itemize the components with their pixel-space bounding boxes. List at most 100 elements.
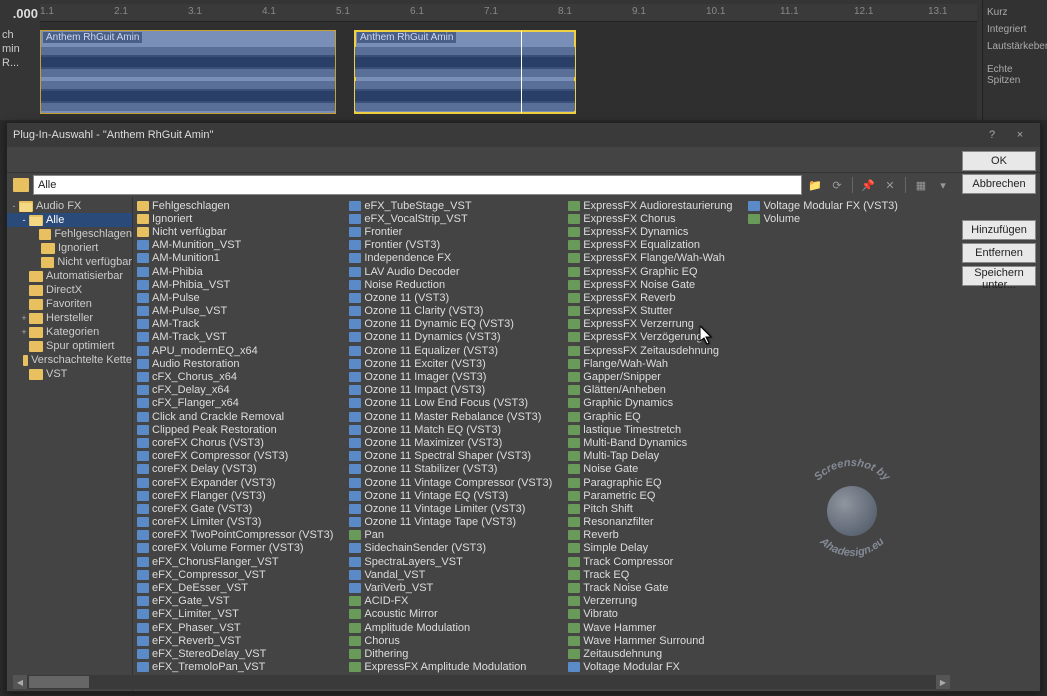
plugin-item[interactable]: coreFX Gate (VST3) (137, 502, 341, 515)
plugin-item[interactable]: SpectraLayers_VST (349, 555, 560, 568)
plugin-item[interactable]: eFX_Gate_VST (137, 595, 341, 608)
plugin-item[interactable]: AM-Track (137, 318, 341, 331)
plugin-item[interactable]: coreFX Volume Former (VST3) (137, 542, 341, 555)
horizontal-scrollbar[interactable]: ◀ ▶ (13, 675, 950, 689)
plugin-item[interactable]: eFX_VocalStrip_VST (349, 212, 560, 225)
plugin-item[interactable]: ExpressFX Reverb (568, 291, 740, 304)
tree-item[interactable]: VST (7, 367, 132, 381)
plugin-item[interactable]: Pitch Shift (568, 502, 740, 515)
plugin-item[interactable]: LAV Audio Decoder (349, 265, 560, 278)
menu-icon[interactable]: ▾ (934, 176, 952, 194)
plugin-item[interactable]: eFX_ChorusFlanger_VST (137, 555, 341, 568)
plugin-item[interactable]: Reverb (568, 529, 740, 542)
plugin-item[interactable]: AM-Munition_VST (137, 239, 341, 252)
plugin-item[interactable]: ExpressFX Flange/Wah-Wah (568, 252, 740, 265)
plugin-item[interactable]: Frontier (VST3) (349, 239, 560, 252)
plugin-item[interactable]: coreFX Delay (VST3) (137, 463, 341, 476)
tree-item[interactable]: -Audio FX (7, 199, 132, 213)
plugin-item[interactable]: Ozone 11 Impact (VST3) (349, 384, 560, 397)
plugin-item[interactable]: Ozone 11 Match EQ (VST3) (349, 423, 560, 436)
plugin-item[interactable]: AM-Phibia_VST (137, 278, 341, 291)
tree-item[interactable]: -Alle (7, 213, 132, 227)
audio-clip[interactable]: Anthem RhGuit Amin (40, 30, 336, 114)
plugin-item[interactable]: Ignoriert (137, 212, 341, 225)
plugin-item[interactable]: Dithering (349, 647, 560, 660)
plugin-item[interactable]: eFX_Limiter_VST (137, 608, 341, 621)
plugin-item[interactable]: Wave Hammer Surround (568, 634, 740, 647)
plugin-item[interactable]: Nicht verfügbar (137, 225, 341, 238)
plugin-item[interactable]: Resonanzfilter (568, 516, 740, 529)
plugin-item[interactable]: coreFX TwoPointCompressor (VST3) (137, 529, 341, 542)
tree-item[interactable]: Ignoriert (7, 241, 132, 255)
scroll-right-icon[interactable]: ▶ (936, 675, 950, 689)
plugin-item[interactable]: APU_modernEQ_x64 (137, 344, 341, 357)
plugin-item[interactable]: Frontier (349, 225, 560, 238)
tree-item[interactable]: Verschachtelte Kette (7, 353, 132, 367)
plugin-item[interactable]: AM-Munition1 (137, 252, 341, 265)
plugin-item[interactable]: VariVerb_VST (349, 581, 560, 594)
plugin-item[interactable]: Click and Crackle Removal (137, 410, 341, 423)
new-folder-icon[interactable]: 📁 (806, 176, 824, 194)
plugin-item[interactable]: Simple Delay (568, 542, 740, 555)
category-tree[interactable]: -Audio FX-AlleFehlgeschlagenIgnoriertNic… (7, 197, 133, 691)
plugin-item[interactable]: Clipped Peak Restoration (137, 423, 341, 436)
tree-item[interactable]: +Hersteller (7, 311, 132, 325)
plugin-item[interactable]: Glätten/Anheben (568, 384, 740, 397)
timeline-tracks[interactable]: Anthem RhGuit Amin Anthem RhGuit Amin (40, 22, 977, 120)
plugin-item[interactable]: ExpressFX Amplitude Modulation (349, 661, 560, 674)
plugin-item[interactable]: Ozone 11 Dynamics (VST3) (349, 331, 560, 344)
plugin-item[interactable]: Ozone 11 Vintage Tape (VST3) (349, 516, 560, 529)
plugin-item[interactable]: Verzerrung (568, 595, 740, 608)
plugin-item[interactable]: Ozone 11 Vintage EQ (VST3) (349, 489, 560, 502)
plugin-item[interactable]: ExpressFX Stutter (568, 305, 740, 318)
plugin-item[interactable]: cFX_Flanger_x64 (137, 397, 341, 410)
cancel-button[interactable]: Abbrechen (962, 174, 1036, 194)
plugin-item[interactable]: ExpressFX Verzerrung (568, 318, 740, 331)
plugin-item[interactable]: Ozone 11 Equalizer (VST3) (349, 344, 560, 357)
plugin-item[interactable]: ACID-FX (349, 595, 560, 608)
plugin-item[interactable]: eFX_Compressor_VST (137, 568, 341, 581)
plugin-item[interactable]: Vandal_VST (349, 568, 560, 581)
plugin-item[interactable]: Ozone 11 Vintage Limiter (VST3) (349, 502, 560, 515)
tree-item[interactable]: Automatisierbar (7, 269, 132, 283)
tree-item[interactable]: Spur optimiert (7, 339, 132, 353)
plugin-item[interactable]: eFX_Reverb_VST (137, 634, 341, 647)
expand-icon[interactable]: + (19, 313, 29, 323)
tree-item[interactable]: DirectX (7, 283, 132, 297)
playhead[interactable] (521, 31, 522, 113)
audio-clip-selected[interactable]: Anthem RhGuit Amin (354, 30, 576, 114)
help-button[interactable]: ? (978, 125, 1006, 145)
plugin-item[interactable]: AM-Pulse (137, 291, 341, 304)
plugin-item[interactable]: cFX_Delay_x64 (137, 384, 341, 397)
plugin-item[interactable]: Gapper/Snipper (568, 370, 740, 383)
plugin-item[interactable]: coreFX Chorus (VST3) (137, 436, 341, 449)
plugin-item[interactable]: Track Noise Gate (568, 581, 740, 594)
scroll-left-icon[interactable]: ◀ (13, 675, 27, 689)
plugin-item[interactable]: ExpressFX Graphic EQ (568, 265, 740, 278)
plugin-item[interactable]: Multi-Tap Delay (568, 450, 740, 463)
expand-icon[interactable]: + (19, 327, 29, 337)
plugin-item[interactable]: Fehlgeschlagen (137, 199, 341, 212)
plugin-item[interactable]: Ozone 11 Vintage Compressor (VST3) (349, 476, 560, 489)
plugin-item[interactable]: ExpressFX Noise Gate (568, 278, 740, 291)
plugin-item[interactable]: Amplitude Modulation (349, 621, 560, 634)
plugin-item[interactable]: AM-Pulse_VST (137, 305, 341, 318)
plugin-item[interactable]: Ozone 11 Low End Focus (VST3) (349, 397, 560, 410)
plugin-item[interactable]: Independence FX (349, 252, 560, 265)
plugin-item[interactable]: Ozone 11 Stabilizer (VST3) (349, 463, 560, 476)
plugin-item[interactable]: Ozone 11 Master Rebalance (VST3) (349, 410, 560, 423)
plugin-item[interactable]: Audio Restoration (137, 357, 341, 370)
plugin-item[interactable]: coreFX Compressor (VST3) (137, 450, 341, 463)
plugin-item[interactable]: Multi-Band Dynamics (568, 436, 740, 449)
plugin-item[interactable]: ExpressFX Chorus (568, 212, 740, 225)
plugin-item[interactable]: eFX_TremoloPan_VST (137, 661, 341, 674)
plugin-item[interactable]: Chorus (349, 634, 560, 647)
plugin-item[interactable]: Pan (349, 529, 560, 542)
plugin-item[interactable]: Vibrato (568, 608, 740, 621)
timeline-ruler[interactable]: 1.12.13.14.15.16.17.18.19.110.111.112.11… (40, 4, 977, 22)
tree-item[interactable]: +Kategorien (7, 325, 132, 339)
plugin-item[interactable]: Volume (748, 212, 906, 225)
plugin-item[interactable]: Flange/Wah-Wah (568, 357, 740, 370)
close-button[interactable]: × (1006, 125, 1034, 145)
plugin-item[interactable]: coreFX Limiter (VST3) (137, 516, 341, 529)
